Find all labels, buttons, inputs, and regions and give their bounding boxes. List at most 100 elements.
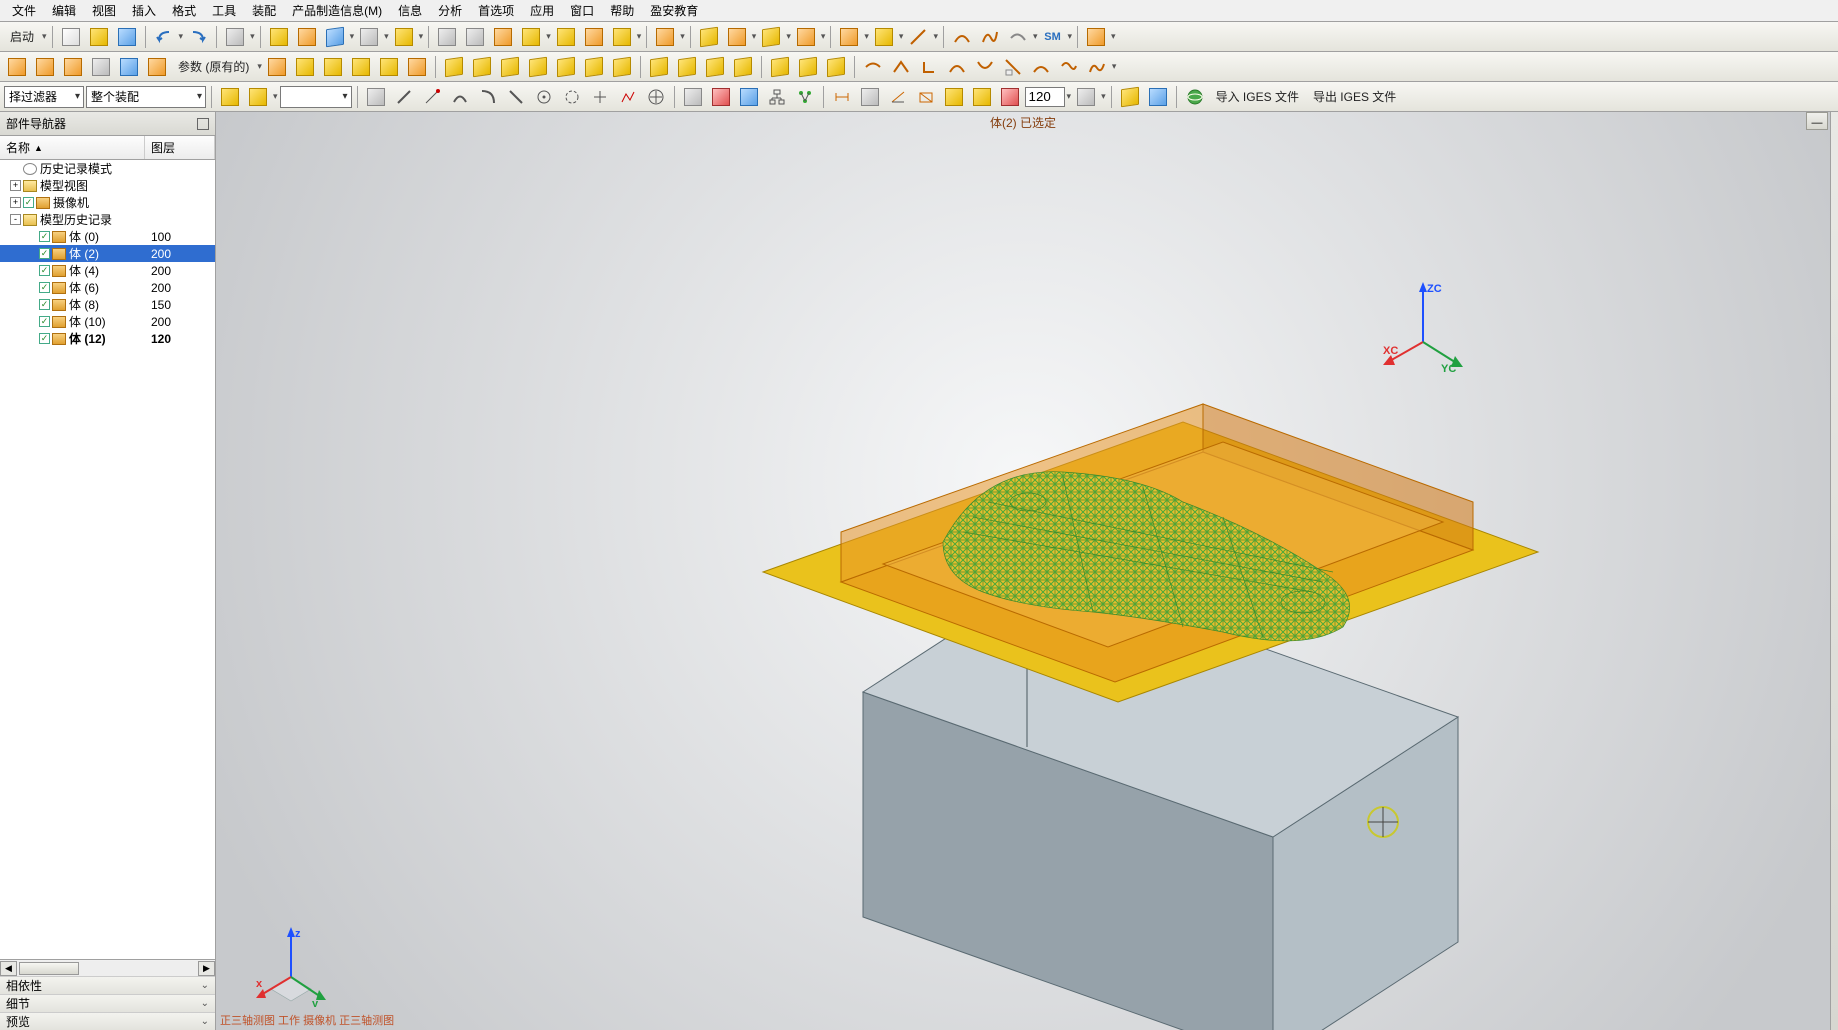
datum-plane-button[interactable] (266, 24, 292, 50)
3d-viewport[interactable]: 体(2) 已选定 — ZC XC YC z (216, 112, 1830, 1030)
t2-box7[interactable] (609, 54, 635, 80)
mirror-button[interactable] (724, 24, 750, 50)
model-tree[interactable]: 历史记录模式+模型视图+✓摄像机-模型历史记录✓体 (0)100✓体 (2)20… (0, 160, 215, 959)
navigator-pin-button[interactable] (197, 118, 209, 130)
sel-face[interactable] (363, 84, 389, 110)
visibility-checkbox[interactable]: ✓ (39, 333, 50, 344)
menu-format[interactable]: 格式 (164, 0, 204, 21)
redo-button[interactable] (185, 24, 211, 50)
t2-box6[interactable] (581, 54, 607, 80)
tree-node[interactable]: 历史记录模式 (0, 160, 215, 177)
visibility-checkbox[interactable]: ✓ (39, 248, 50, 259)
t3-1[interactable] (217, 84, 243, 110)
tree-node[interactable]: ✓体 (12)120 (0, 330, 215, 347)
t2-box4[interactable] (525, 54, 551, 80)
hole-button[interactable] (434, 24, 460, 50)
menu-application[interactable]: 应用 (522, 0, 562, 21)
t2-c9[interactable] (1084, 54, 1110, 80)
menu-view[interactable]: 视图 (84, 0, 124, 21)
move-button[interactable] (793, 24, 819, 50)
t2-8[interactable] (292, 54, 318, 80)
menu-window[interactable]: 窗口 (562, 0, 602, 21)
revolve-button[interactable] (391, 24, 417, 50)
sel-endpoint[interactable] (419, 84, 445, 110)
extrude-button[interactable] (356, 24, 382, 50)
tree-node[interactable]: ✓体 (0)100 (0, 228, 215, 245)
section-detail[interactable]: 细节⌄ (0, 994, 215, 1012)
menu-info[interactable]: 信息 (390, 0, 430, 21)
menu-analyze[interactable]: 分析 (430, 0, 470, 21)
measure-ruler[interactable] (941, 84, 967, 110)
tree-node[interactable]: ✓体 (10)200 (0, 313, 215, 330)
save-button[interactable] (114, 24, 140, 50)
visibility-checkbox[interactable]: ✓ (39, 299, 50, 310)
sel-node[interactable] (615, 84, 641, 110)
menu-education[interactable]: 盈安教育 (642, 0, 706, 21)
t2-box8[interactable] (646, 54, 672, 80)
unite-button[interactable] (652, 24, 678, 50)
view-hier[interactable] (764, 84, 790, 110)
t2-box1[interactable] (441, 54, 467, 80)
section-preview[interactable]: 预览⌄ (0, 1012, 215, 1030)
open-file-button[interactable] (86, 24, 112, 50)
t2-box5[interactable] (553, 54, 579, 80)
visibility-checkbox[interactable]: ✓ (39, 316, 50, 327)
expand-toggle[interactable]: + (10, 197, 21, 208)
measure-area[interactable] (913, 84, 939, 110)
import-iges-label[interactable]: 导入 IGES 文件 (1210, 88, 1305, 105)
measure-dist[interactable] (829, 84, 855, 110)
sm-button[interactable]: SM (1040, 24, 1066, 50)
t2-12[interactable] (404, 54, 430, 80)
pattern-button[interactable] (696, 24, 722, 50)
tree-node[interactable]: ✓体 (4)200 (0, 262, 215, 279)
t3-2[interactable] (245, 84, 271, 110)
trim-button[interactable] (581, 24, 607, 50)
view-grid-b[interactable] (736, 84, 762, 110)
menu-pmi[interactable]: 产品制造信息(M) (284, 0, 390, 21)
export-iges-label[interactable]: 导出 IGES 文件 (1307, 88, 1402, 105)
instance-button[interactable] (758, 24, 784, 50)
menu-file[interactable]: 文件 (4, 0, 44, 21)
menu-tools[interactable]: 工具 (204, 0, 244, 21)
sheet-button[interactable] (871, 24, 897, 50)
tree-node[interactable]: +✓摄像机 (0, 194, 215, 211)
t2-4[interactable] (88, 54, 114, 80)
sketch-button[interactable] (222, 24, 248, 50)
assembly-combo[interactable]: 整个装配 (86, 86, 206, 108)
view-grid-r[interactable] (708, 84, 734, 110)
menu-preferences[interactable]: 首选项 (470, 0, 522, 21)
sel-intersect[interactable] (587, 84, 613, 110)
sel-center[interactable] (531, 84, 557, 110)
col-header-layer[interactable]: 图层 (145, 136, 215, 159)
t2-7[interactable] (264, 54, 290, 80)
t2-c8[interactable] (1056, 54, 1082, 80)
layer-button[interactable] (969, 84, 995, 110)
chamfer-button[interactable] (553, 24, 579, 50)
scroll-right-button[interactable]: ▶ (198, 961, 215, 976)
spline-button[interactable] (977, 24, 1003, 50)
menu-assembly[interactable]: 装配 (244, 0, 284, 21)
line-button[interactable] (905, 24, 931, 50)
t2-box13[interactable] (795, 54, 821, 80)
visibility-checkbox[interactable]: ✓ (39, 231, 50, 242)
measure-len[interactable] (885, 84, 911, 110)
tree-node[interactable]: ✓体 (6)200 (0, 279, 215, 296)
scroll-thumb[interactable] (19, 962, 79, 975)
t2-box3[interactable] (497, 54, 523, 80)
empty-combo[interactable] (280, 86, 352, 108)
color-button[interactable] (997, 84, 1023, 110)
t2-c5[interactable] (972, 54, 998, 80)
tree-node[interactable]: ✓体 (8)150 (0, 296, 215, 313)
shell-button[interactable] (462, 24, 488, 50)
expand-toggle[interactable]: + (10, 180, 21, 191)
visibility-checkbox[interactable]: ✓ (39, 282, 50, 293)
t2-6[interactable] (144, 54, 170, 80)
datum-axis-button[interactable] (294, 24, 320, 50)
tool-extra-button[interactable] (1083, 24, 1109, 50)
t2-5[interactable] (116, 54, 142, 80)
new-file-button[interactable] (58, 24, 84, 50)
sel-any[interactable] (643, 84, 669, 110)
scroll-left-button[interactable]: ◀ (0, 961, 17, 976)
t2-3[interactable] (60, 54, 86, 80)
block-button[interactable] (322, 24, 348, 50)
